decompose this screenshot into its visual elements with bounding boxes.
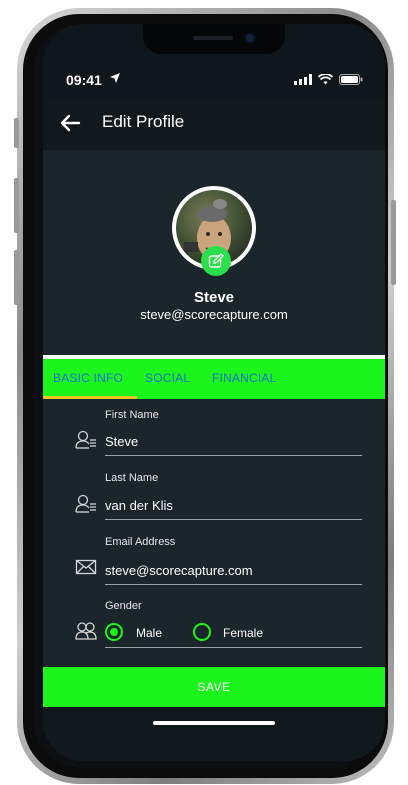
app-screen: 09:41 Edit Profile Steve steve@scorecapt… <box>43 24 385 761</box>
front-camera <box>246 34 254 42</box>
tab-social[interactable]: SOCIAL <box>145 371 190 385</box>
email-underline <box>105 584 362 585</box>
users-icon <box>75 620 97 642</box>
tab-basic-info[interactable]: BASIC INFO <box>53 371 123 385</box>
tab-financial[interactable]: FINANCIAL <box>212 371 276 385</box>
battery-icon <box>339 74 363 85</box>
status-icons <box>294 74 363 85</box>
tab-bar: BASIC INFO SOCIAL FINANCIAL <box>43 359 385 399</box>
edit-avatar-button[interactable] <box>201 246 231 276</box>
page-title: Edit Profile <box>102 112 185 131</box>
gender-female-label: Female <box>223 626 264 640</box>
status-bar: 09:41 <box>43 68 385 90</box>
profile-email: steve@scorecapture.com <box>140 307 288 322</box>
last-name-input[interactable]: van der Klis <box>105 498 173 513</box>
edit-icon <box>208 253 224 268</box>
first-name-input[interactable]: Steve <box>105 434 138 449</box>
bottom-bar <box>43 707 385 761</box>
speaker <box>193 36 233 40</box>
home-indicator[interactable] <box>153 721 275 725</box>
last-name-label: Last Name <box>105 472 159 484</box>
profile-form: First Name Steve Last Name van der Klis … <box>43 399 385 667</box>
email-label: Email Address <box>105 536 176 548</box>
side-button-volume-down <box>14 250 19 305</box>
gender-label: Gender <box>105 600 142 612</box>
gender-male-radio[interactable] <box>105 623 123 641</box>
back-arrow-icon[interactable] <box>59 112 81 134</box>
signal-icon <box>294 74 312 85</box>
status-time: 09:41 <box>66 72 102 88</box>
gender-male-label: Male <box>136 626 163 640</box>
user-icon <box>75 493 97 515</box>
side-button-volume-up <box>14 178 19 233</box>
wifi-icon <box>318 74 333 85</box>
notch <box>143 24 285 54</box>
email-input[interactable]: steve@scorecapture.com <box>105 563 253 578</box>
last-name-underline <box>105 519 362 520</box>
first-name-underline <box>105 455 362 456</box>
gender-female-radio[interactable] <box>193 623 211 641</box>
profile-header: Steve steve@scorecapture.com <box>43 150 385 355</box>
app-bar: Edit Profile <box>43 98 385 150</box>
user-icon <box>75 429 97 451</box>
save-button[interactable]: SAVE <box>43 667 385 707</box>
profile-name: Steve <box>193 289 235 306</box>
gender-underline <box>105 647 362 648</box>
side-button-power <box>391 200 396 285</box>
side-button-mute <box>14 118 19 148</box>
mail-icon <box>75 556 97 578</box>
first-name-label: First Name <box>105 409 159 421</box>
location-arrow-icon <box>109 71 121 87</box>
